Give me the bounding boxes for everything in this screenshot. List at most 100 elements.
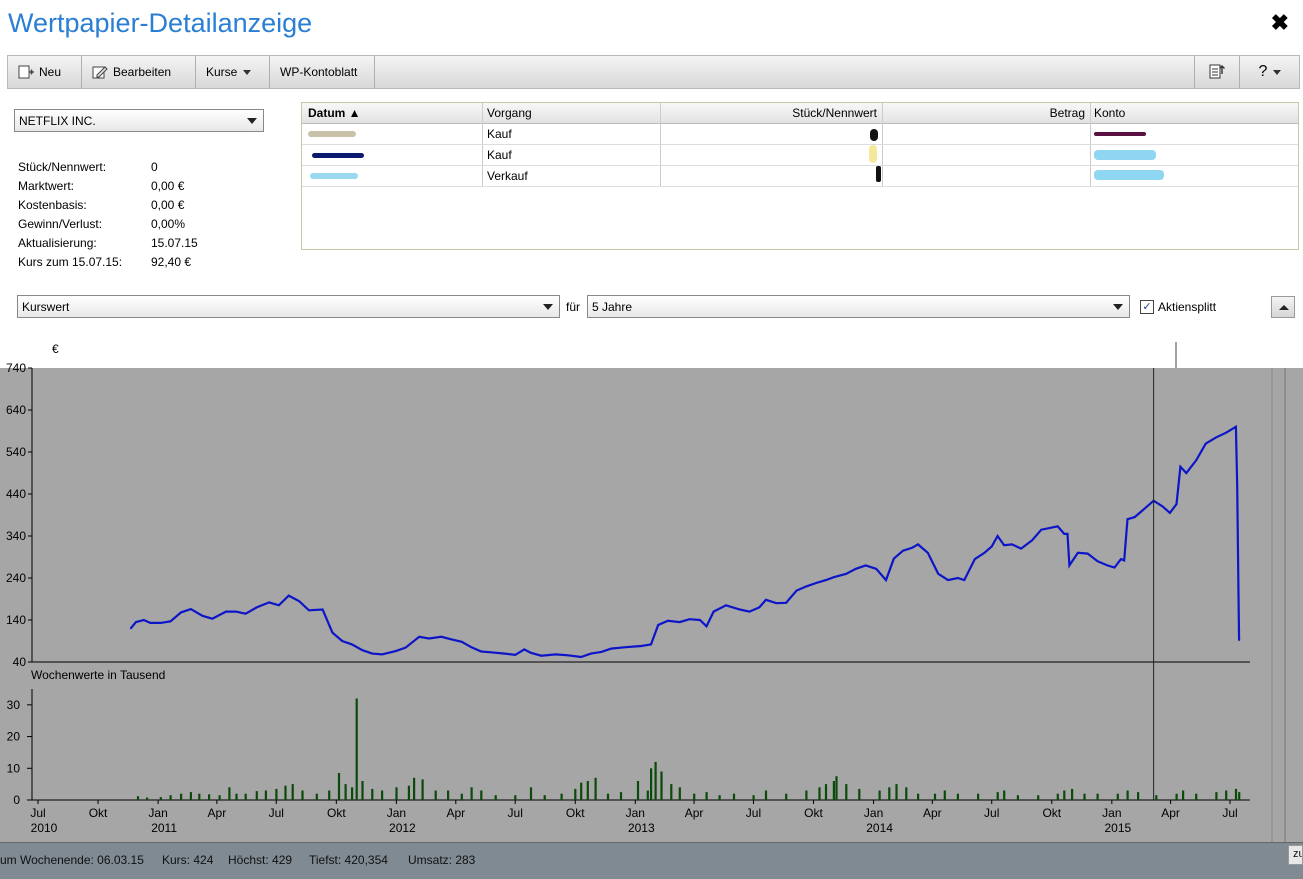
new-button[interactable]: Neu	[8, 56, 82, 88]
price-point	[845, 573, 847, 575]
price-point	[1236, 484, 1238, 487]
x-tick-label: Jul	[746, 806, 761, 820]
column-header-datum[interactable]: Datum ▲	[304, 103, 482, 123]
price-point	[1215, 436, 1218, 439]
period-select[interactable]: 5 Jahre	[587, 295, 1130, 318]
redacted-scribble	[869, 145, 877, 163]
period-select-value: 5 Jahre	[592, 299, 633, 314]
redacted-scribble	[310, 173, 358, 179]
column-header-konto[interactable]: Konto	[1090, 103, 1298, 123]
price-point	[180, 611, 182, 614]
table-header: Datum ▲ Vorgang Stück/Nennwert Betrag Ko…	[302, 103, 1298, 124]
volume-bar	[460, 793, 463, 800]
volume-bar	[835, 776, 838, 800]
aktiensplitt-checkbox[interactable]: ✓	[1140, 300, 1154, 314]
info-label: Stück/Nennwert:	[18, 160, 107, 174]
chevron-down-icon	[243, 69, 252, 75]
close-icon[interactable]: ✖	[1271, 10, 1289, 36]
edit-button[interactable]: Bearbeiten	[82, 56, 196, 88]
volume-bar	[470, 787, 473, 800]
price-point	[460, 641, 463, 643]
table-row[interactable]: Verkauf	[302, 166, 1298, 187]
price-point	[1051, 526, 1053, 529]
redacted-scribble	[308, 131, 356, 137]
price-point	[1096, 560, 1099, 562]
info-label: Marktwert:	[18, 179, 75, 193]
price-point	[580, 656, 582, 658]
wp-kontoblatt-button[interactable]: WP-Kontoblatt	[270, 56, 375, 88]
price-point	[1133, 516, 1136, 518]
x-year-label: 2015	[1104, 821, 1131, 835]
volume-bar	[1215, 792, 1218, 800]
price-point	[833, 576, 835, 578]
y-tick-label: 640	[6, 403, 26, 417]
price-point	[540, 654, 543, 657]
price-point	[287, 594, 290, 597]
x-year-label: 2013	[628, 821, 655, 835]
price-point	[268, 601, 270, 604]
price-point	[623, 646, 625, 649]
volume-bar	[917, 793, 920, 800]
volume-bar	[529, 787, 533, 800]
price-point	[739, 608, 741, 611]
price-point	[885, 579, 887, 581]
price-point	[974, 558, 976, 560]
status-bar: um Wochenende: 06.03.15 Kurs: 424 Höchst…	[0, 842, 1303, 879]
edit-button-label: Bearbeiten	[113, 65, 172, 79]
price-point	[255, 606, 258, 609]
price-point	[1185, 472, 1188, 474]
volume-bar	[189, 792, 192, 800]
price-point	[678, 621, 681, 623]
metric-select[interactable]: Kurswert	[17, 295, 560, 318]
price-point	[490, 651, 492, 654]
volume-bar	[255, 791, 258, 800]
x-tick-label: Apr	[923, 806, 942, 820]
volume-bar	[705, 792, 708, 800]
price-point	[1175, 503, 1178, 505]
price-point	[169, 620, 172, 623]
side-button[interactable]: zu	[1288, 845, 1303, 865]
chart-controls: Kurswert für 5 Jahre ✓ Aktiensplitt	[0, 292, 1303, 322]
info-label: Gewinn/Verlust:	[18, 217, 103, 231]
security-select[interactable]: NETFLIX INC.	[14, 109, 264, 132]
collapse-button[interactable]	[1271, 296, 1295, 318]
price-point	[1235, 426, 1237, 428]
volume-bar	[785, 793, 788, 800]
status-tiefst: Tiefst: 420,354	[309, 853, 388, 867]
price-point	[1031, 539, 1033, 541]
volume-bar	[337, 773, 341, 800]
volume-bar	[1155, 795, 1158, 800]
kurse-menu-button[interactable]: Kurse	[196, 56, 270, 88]
volume-bar	[413, 777, 416, 800]
price-point	[308, 609, 310, 612]
volume-bar	[996, 792, 999, 800]
price-point	[381, 653, 383, 656]
x-tick-label: Jan	[626, 806, 645, 820]
help-menu-button[interactable]: ?	[1240, 56, 1300, 88]
info-value: 0	[151, 160, 158, 174]
price-point	[590, 652, 592, 655]
table-row[interactable]: Kauf	[302, 124, 1298, 145]
column-header-vorgang[interactable]: Vorgang	[483, 103, 661, 123]
volume-bar	[732, 793, 736, 800]
price-point	[1020, 547, 1022, 550]
aktiensplitt-label: Aktiensplitt	[1158, 300, 1217, 314]
price-point	[825, 579, 827, 581]
info-value: 92,40 €	[151, 255, 192, 269]
volume-bar	[381, 790, 384, 800]
column-header-betrag[interactable]: Betrag	[882, 103, 1089, 123]
table-row[interactable]: Kauf	[302, 145, 1298, 166]
price-point	[1205, 442, 1207, 445]
x-tick-label: Jan	[864, 806, 883, 820]
volume-bar	[351, 787, 354, 800]
info-row: Stück/Nennwert: 0	[18, 160, 218, 179]
volume-bar	[1182, 790, 1185, 800]
window-title: Wertpapier-Detailanzeige	[8, 8, 313, 38]
price-point	[963, 579, 966, 581]
price-point	[957, 577, 959, 579]
price-point	[640, 645, 642, 647]
price-point	[875, 568, 877, 570]
column-header-stueck[interactable]: Stück/Nennwert	[661, 103, 881, 123]
export-button[interactable]	[1194, 56, 1240, 88]
volume-bar	[888, 787, 891, 800]
